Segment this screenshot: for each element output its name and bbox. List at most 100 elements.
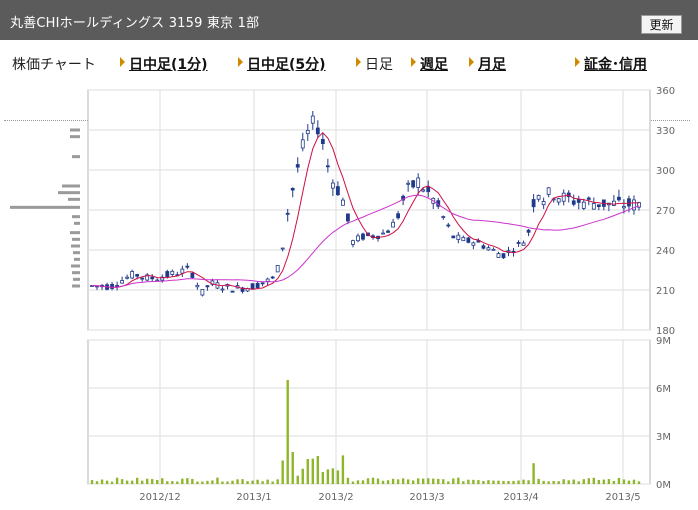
volume-bar (201, 481, 204, 484)
volume-bar (602, 479, 606, 484)
volume-profile-bar (72, 215, 80, 219)
candle-body (391, 221, 395, 228)
candle-body (300, 139, 305, 149)
price-tick-label: 270 (656, 206, 675, 217)
candle-body (330, 182, 335, 189)
volume-bar (487, 480, 490, 484)
volume-tick-label: 6M (656, 384, 671, 395)
volume-bar (632, 479, 636, 484)
volume-bar (140, 480, 144, 484)
volume-bar (261, 481, 264, 484)
volume-bar (306, 459, 309, 484)
candle-body (556, 198, 561, 203)
price-tick-label: 240 (656, 246, 675, 257)
candle-body (335, 186, 340, 196)
candle-body (255, 282, 260, 289)
volume-tick-label: 0M (656, 480, 671, 491)
volume-profile-bar (58, 191, 80, 195)
candle-body (456, 234, 461, 240)
x-tick-label: 2013/3 (409, 492, 444, 503)
volume-bar (120, 479, 124, 484)
volume-profile-bar (72, 284, 80, 288)
volume-bar (442, 479, 445, 484)
volume-bar (90, 480, 94, 484)
candle-body (386, 230, 390, 233)
volume-bar (366, 478, 370, 484)
volume-bar (110, 481, 114, 484)
candle-body (295, 164, 300, 168)
candle-body (205, 285, 210, 288)
volume-bar (567, 480, 570, 484)
volume-bar (336, 470, 340, 484)
volume-bar (311, 458, 314, 484)
volume-bar (196, 481, 199, 484)
volume-bar (226, 481, 229, 484)
price-tick-label: 210 (656, 286, 675, 297)
candle-body (260, 282, 265, 285)
volume-bar (361, 480, 365, 484)
candle-body (546, 187, 551, 195)
volume-bar (286, 380, 289, 484)
volume-bar (100, 479, 104, 484)
volume-bar (161, 478, 164, 484)
volume-bar (462, 481, 465, 484)
volume-bar (376, 478, 380, 484)
candle-body (411, 180, 416, 188)
volume-bar (130, 480, 134, 484)
volume-bar (321, 472, 325, 484)
volume-bar (176, 481, 179, 484)
volume-bar (432, 478, 435, 484)
volume-bar (562, 479, 565, 484)
candle-body (451, 235, 456, 239)
volume-bar (371, 477, 375, 484)
candle-body (290, 187, 295, 191)
volume-profile-bar (70, 135, 80, 139)
volume-bar (447, 481, 450, 484)
volume-bar (236, 479, 239, 484)
volume-bar (401, 478, 405, 484)
volume-bar (517, 480, 520, 484)
candle-body (446, 224, 451, 227)
price-panel: 360330300270240210180 (10, 86, 675, 337)
price-tick-label: 330 (656, 126, 675, 137)
volume-bar (577, 481, 580, 484)
candle-body (265, 278, 270, 282)
candle-body (526, 229, 531, 233)
volume-frame (87, 339, 651, 485)
x-tick-label: 2013/2 (318, 492, 353, 503)
candle-body (270, 276, 275, 279)
volume-bar (557, 481, 560, 484)
candle-body (346, 213, 350, 222)
candle-body (130, 271, 135, 279)
volume-bar (356, 480, 360, 484)
candle-body (200, 289, 205, 296)
volume-bar (512, 480, 515, 484)
candle-body (315, 127, 320, 135)
volume-bar (422, 478, 425, 484)
volume-bar (391, 478, 395, 484)
candle-body (421, 189, 426, 192)
candle-body (466, 237, 471, 243)
candle-body (501, 253, 506, 259)
candle-body (110, 283, 114, 289)
volume-bar (266, 479, 269, 484)
candle-body (165, 271, 170, 277)
volume-profile-bar (74, 257, 80, 261)
volume-bar (231, 480, 234, 484)
candle-body (170, 270, 175, 275)
volume-bar (251, 480, 254, 484)
volume-bar (156, 480, 159, 484)
volume-bar (582, 479, 585, 484)
volume-profile-bar (74, 221, 80, 225)
candle-body (426, 186, 431, 193)
volume-tick-label: 3M (656, 432, 671, 443)
candle-body (576, 199, 581, 203)
volume-bar (502, 480, 505, 484)
candle-body (140, 277, 145, 280)
candle-body (125, 276, 130, 279)
volume-profile-bar (68, 197, 80, 201)
candle-body (356, 235, 360, 242)
volume-profile-bar (72, 271, 80, 275)
volume-tick-label: 9M (656, 336, 671, 347)
volume-bar (552, 480, 555, 484)
